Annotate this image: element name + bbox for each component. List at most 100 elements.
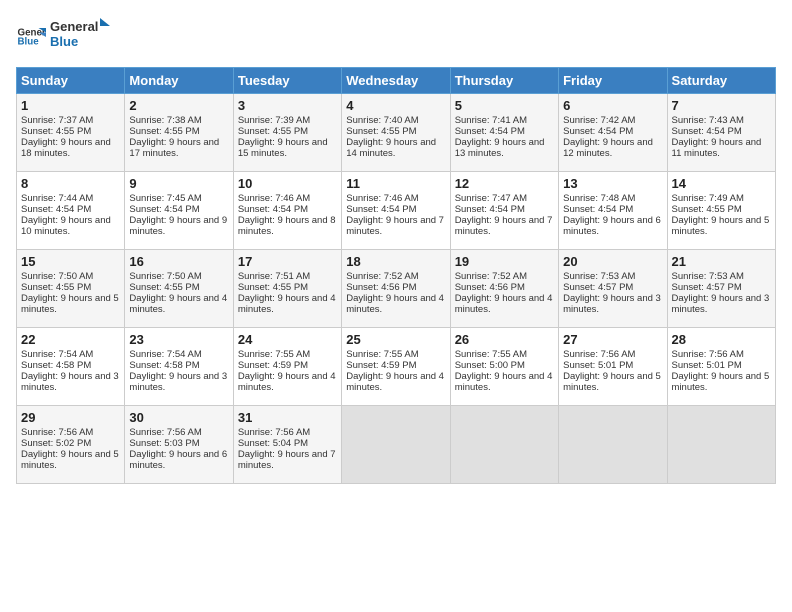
empty-cell xyxy=(450,406,558,484)
sunrise-label: Sunrise: 7:49 AM xyxy=(672,193,744,204)
daylight-label: Daylight: 9 hours and 14 minutes. xyxy=(346,137,436,159)
day-number: 13 xyxy=(563,176,662,191)
header-sunday: Sunday xyxy=(17,68,125,94)
header-saturday: Saturday xyxy=(667,68,775,94)
day-cell-20: 20Sunrise: 7:53 AMSunset: 4:57 PMDayligh… xyxy=(559,250,667,328)
svg-text:General: General xyxy=(50,19,98,34)
sunrise-label: Sunrise: 7:50 AM xyxy=(21,271,93,282)
day-cell-7: 7Sunrise: 7:43 AMSunset: 4:54 PMDaylight… xyxy=(667,94,775,172)
day-cell-25: 25Sunrise: 7:55 AMSunset: 4:59 PMDayligh… xyxy=(342,328,450,406)
daylight-label: Daylight: 9 hours and 5 minutes. xyxy=(21,293,119,315)
day-number: 28 xyxy=(672,332,771,347)
sunrise-label: Sunrise: 7:47 AM xyxy=(455,193,527,204)
sunset-label: Sunset: 4:55 PM xyxy=(21,126,91,137)
day-cell-9: 9Sunrise: 7:45 AMSunset: 4:54 PMDaylight… xyxy=(125,172,233,250)
sunset-label: Sunset: 4:58 PM xyxy=(129,360,199,371)
sunset-label: Sunset: 5:02 PM xyxy=(21,438,91,449)
sunset-label: Sunset: 4:57 PM xyxy=(672,282,742,293)
sunrise-label: Sunrise: 7:44 AM xyxy=(21,193,93,204)
sunrise-label: Sunrise: 7:46 AM xyxy=(238,193,310,204)
sunrise-label: Sunrise: 7:52 AM xyxy=(455,271,527,282)
calendar-container: General Blue General Blue Sunday Monday xyxy=(0,0,792,494)
day-cell-6: 6Sunrise: 7:42 AMSunset: 4:54 PMDaylight… xyxy=(559,94,667,172)
svg-text:Blue: Blue xyxy=(18,36,40,47)
sunrise-label: Sunrise: 7:55 AM xyxy=(346,349,418,360)
sunrise-label: Sunrise: 7:42 AM xyxy=(563,115,635,126)
daylight-label: Daylight: 9 hours and 17 minutes. xyxy=(129,137,219,159)
calendar-week-5: 29 Sunrise: 7:56 AM Sunset: 5:02 PM Dayligh… xyxy=(17,406,776,484)
day-cell-15: 15Sunrise: 7:50 AMSunset: 4:55 PMDayligh… xyxy=(17,250,125,328)
daylight-label: Daylight: 9 hours and 4 minutes. xyxy=(238,371,336,393)
daylight-label: Daylight: 9 hours and 6 minutes. xyxy=(563,215,661,237)
daylight-label: Daylight: 9 hours and 4 minutes. xyxy=(129,293,227,315)
daylight-label: Daylight: 9 hours and 7 minutes. xyxy=(346,215,444,237)
empty-cell xyxy=(559,406,667,484)
day-cell-5: 5Sunrise: 7:41 AMSunset: 4:54 PMDaylight… xyxy=(450,94,558,172)
sunset-label: Sunset: 4:55 PM xyxy=(238,282,308,293)
daylight-label: Daylight: 9 hours and 4 minutes. xyxy=(238,293,336,315)
sunrise-label: Sunrise: 7:41 AM xyxy=(455,115,527,126)
daylight-label: Daylight: 9 hours and 5 minutes. xyxy=(563,371,661,393)
sunset-label: Sunset: 4:55 PM xyxy=(346,126,416,137)
daylight-label: Daylight: 9 hours and 4 minutes. xyxy=(346,371,444,393)
sunset-label: Sunset: 4:54 PM xyxy=(346,204,416,215)
daylight-label: Daylight: 9 hours and 8 minutes. xyxy=(238,215,336,237)
sunset-label: Sunset: 4:56 PM xyxy=(455,282,525,293)
day-number: 21 xyxy=(672,254,771,269)
day-number: 25 xyxy=(346,332,445,347)
day-cell-29: 29Sunrise: 7:56 AMSunset: 5:02 PMDayligh… xyxy=(17,406,125,484)
day-number: 6 xyxy=(563,98,662,113)
sunrise-label: Sunrise: 7:51 AM xyxy=(238,271,310,282)
day-cell-1: 1Sunrise: 7:37 AMSunset: 4:55 PMDaylight… xyxy=(17,94,125,172)
sunset-label: Sunset: 4:58 PM xyxy=(21,360,91,371)
sunset-label: Sunset: 4:54 PM xyxy=(672,126,742,137)
daylight-label: Daylight: 9 hours and 5 minutes. xyxy=(672,215,770,237)
day-number: 31 xyxy=(238,410,337,425)
day-cell-12: 12Sunrise: 7:47 AMSunset: 4:54 PMDayligh… xyxy=(450,172,558,250)
day-cell-16: 16Sunrise: 7:50 AMSunset: 4:55 PMDayligh… xyxy=(125,250,233,328)
daylight-label: Daylight: 9 hours and 15 minutes. xyxy=(238,137,328,159)
logo-icon: General Blue xyxy=(16,22,46,52)
day-number: 5 xyxy=(455,98,554,113)
sunset-label: Sunset: 4:54 PM xyxy=(563,204,633,215)
day-number: 29 xyxy=(21,410,120,425)
sunrise-label: Sunrise: 7:56 AM xyxy=(563,349,635,360)
daylight-label: Daylight: 9 hours and 10 minutes. xyxy=(21,215,111,237)
day-cell-21: 21Sunrise: 7:53 AMSunset: 4:57 PMDayligh… xyxy=(667,250,775,328)
daylight-label: Daylight: 9 hours and 18 minutes. xyxy=(21,137,111,159)
day-number: 10 xyxy=(238,176,337,191)
day-cell-18: 18Sunrise: 7:52 AMSunset: 4:56 PMDayligh… xyxy=(342,250,450,328)
day-number: 26 xyxy=(455,332,554,347)
day-number: 18 xyxy=(346,254,445,269)
day-number: 22 xyxy=(21,332,120,347)
day-number: 23 xyxy=(129,332,228,347)
daylight-label: Daylight: 9 hours and 7 minutes. xyxy=(238,449,336,471)
sunrise-label: Sunrise: 7:40 AM xyxy=(346,115,418,126)
logo-svg: General Blue xyxy=(50,16,110,52)
sunset-label: Sunset: 4:54 PM xyxy=(455,126,525,137)
day-number: 14 xyxy=(672,176,771,191)
sunrise-label: Sunrise: 7:38 AM xyxy=(129,115,201,126)
sunrise-label: Sunrise: 7:56 AM xyxy=(238,427,310,438)
header-tuesday: Tuesday xyxy=(233,68,341,94)
sunrise-label: Sunrise: 7:54 AM xyxy=(21,349,93,360)
logo: General Blue General Blue xyxy=(16,16,110,57)
sunrise-label: Sunrise: 7:56 AM xyxy=(672,349,744,360)
day-number: 12 xyxy=(455,176,554,191)
sunrise-label: Sunrise: 7:53 AM xyxy=(563,271,635,282)
sunrise-label: Sunrise: 7:55 AM xyxy=(238,349,310,360)
day-number: 1 xyxy=(21,98,120,113)
day-cell-22: 22Sunrise: 7:54 AMSunset: 4:58 PMDayligh… xyxy=(17,328,125,406)
sunset-label: Sunset: 4:59 PM xyxy=(238,360,308,371)
sunset-label: Sunset: 4:55 PM xyxy=(21,282,91,293)
sunrise-label: Sunrise: 7:55 AM xyxy=(455,349,527,360)
day-number: 3 xyxy=(238,98,337,113)
sunrise-label: Sunrise: 7:48 AM xyxy=(563,193,635,204)
sunset-label: Sunset: 5:01 PM xyxy=(672,360,742,371)
weekday-header-row: Sunday Monday Tuesday Wednesday Thursday… xyxy=(17,68,776,94)
day-cell-28: 28 Sunrise: 7:56 AMSunset: 5:01 PMDayligh… xyxy=(667,328,775,406)
daylight-label: Daylight: 9 hours and 5 minutes. xyxy=(672,371,770,393)
calendar-table: Sunday Monday Tuesday Wednesday Thursday… xyxy=(16,67,776,484)
day-cell-10: 10Sunrise: 7:46 AMSunset: 4:54 PMDayligh… xyxy=(233,172,341,250)
sunset-label: Sunset: 5:01 PM xyxy=(563,360,633,371)
